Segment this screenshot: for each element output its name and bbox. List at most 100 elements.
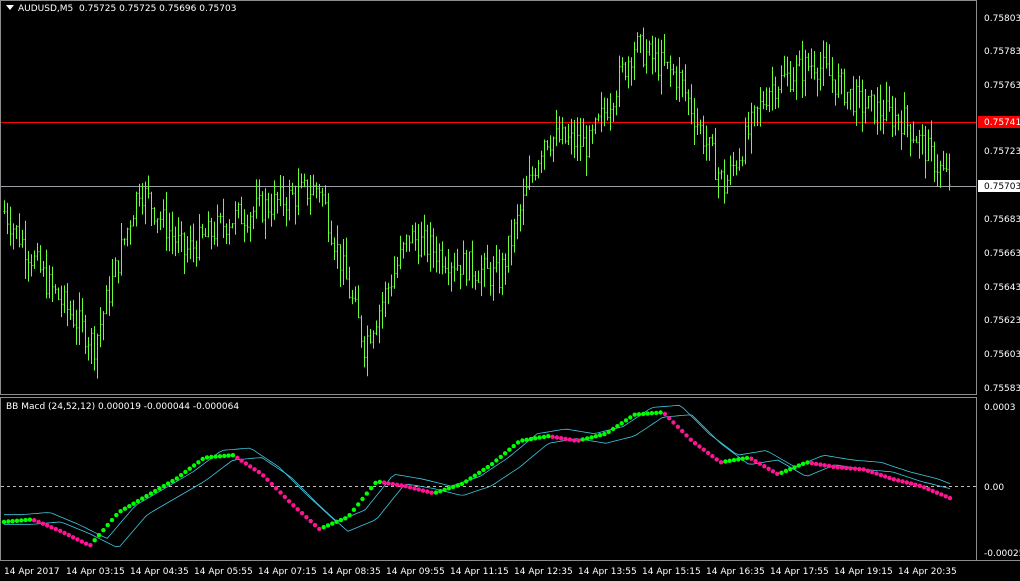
macd-up-dot xyxy=(654,410,659,416)
macd-down-dot xyxy=(848,466,853,471)
macd-down-dot xyxy=(818,462,823,467)
indicator-title: BB Macd (24,52,12) 0.000019 -0.000044 -0… xyxy=(6,402,239,412)
macd-up-dot xyxy=(520,438,525,443)
time-label: 14 Apr 11:15 xyxy=(450,567,509,577)
macd-up-dot xyxy=(92,538,97,543)
price-label: 0.75623 xyxy=(984,316,1020,326)
macd-up-dot xyxy=(489,461,495,467)
macd-down-dot xyxy=(861,467,866,472)
macd-up-dot xyxy=(507,447,512,452)
macd-up-dot xyxy=(498,454,503,460)
macd-up-dot xyxy=(170,478,175,484)
macd-up-dot xyxy=(356,502,361,507)
macd-up-dot xyxy=(325,523,331,528)
macd-up-dot xyxy=(580,437,585,442)
macd-up-dot xyxy=(792,465,797,470)
time-label: 14 Apr 15:15 xyxy=(642,567,701,577)
macd-down-dot xyxy=(286,499,292,504)
macd-up-dot xyxy=(360,496,365,502)
macd-down-dot xyxy=(407,485,413,490)
macd-up-dot xyxy=(196,460,201,465)
lower-band-line xyxy=(4,414,951,548)
macd-up-dot xyxy=(96,533,102,538)
macd-up-dot xyxy=(524,437,529,442)
time-label: 14 Apr 07:15 xyxy=(258,567,317,577)
macd-down-dot xyxy=(308,518,313,524)
macd-down-dot xyxy=(908,481,914,486)
macd-up-dot xyxy=(321,525,326,530)
macd-down-dot xyxy=(429,490,434,495)
macd-up-dot xyxy=(628,415,633,420)
macd-down-dot xyxy=(870,470,875,475)
macd-up-dot xyxy=(204,455,210,460)
macd-down-dot xyxy=(710,454,715,459)
macd-down-dot xyxy=(256,469,262,475)
macd-up-dot xyxy=(585,436,590,441)
macd-down-dot xyxy=(53,526,58,532)
macd-down-dot xyxy=(857,466,862,472)
macd-down-dot xyxy=(563,436,568,442)
red-level-label: 0.75741 xyxy=(984,118,1020,128)
macd-down-dot xyxy=(813,461,819,467)
macd-down-dot xyxy=(32,518,37,523)
macd-down-dot xyxy=(399,483,404,488)
macd-down-dot xyxy=(701,447,706,452)
macd-up-dot xyxy=(118,509,123,514)
macd-up-dot xyxy=(140,496,145,501)
macd-up-dot xyxy=(641,411,646,417)
macd-down-dot xyxy=(705,450,711,456)
macd-up-dot xyxy=(105,522,110,528)
macd-up-dot xyxy=(187,466,192,471)
macd-down-dot xyxy=(239,458,244,463)
macd-up-dot xyxy=(481,467,486,473)
macd-down-dot xyxy=(667,416,672,421)
macd-up-dot xyxy=(6,519,11,524)
macd-up-dot xyxy=(127,504,132,509)
macd-up-dot xyxy=(615,424,620,429)
macd-down-dot xyxy=(839,465,845,470)
price-label: 0.75603 xyxy=(984,350,1020,360)
macd-up-dot xyxy=(369,486,374,491)
macd-up-dot xyxy=(10,519,15,524)
macd-up-dot xyxy=(796,463,801,468)
macd-up-dot xyxy=(589,435,594,440)
macd-down-dot xyxy=(775,471,780,476)
price-label: 0.75803 xyxy=(984,14,1020,24)
macd-up-dot xyxy=(515,440,521,445)
macd-up-dot xyxy=(19,518,24,523)
dropdown-triangle-icon[interactable] xyxy=(6,5,14,10)
chart-canvas[interactable]: 0.75803 0.75783 0.75763 0.75723 0.75683 … xyxy=(0,0,1020,581)
macd-up-dot xyxy=(161,483,166,489)
macd-up-dot xyxy=(537,435,542,440)
macd-down-dot xyxy=(261,473,266,478)
macd-up-dot xyxy=(502,451,508,456)
macd-up-dot xyxy=(468,476,473,481)
time-label: 14 Apr 13:55 xyxy=(578,567,637,577)
price-label: 0.75663 xyxy=(984,249,1020,259)
ohlc-values: 0.75725 0.75725 0.75696 0.75703 xyxy=(79,4,237,14)
macd-up-dot xyxy=(14,518,20,523)
macd-up-dot xyxy=(338,517,344,523)
macd-down-dot xyxy=(291,503,296,508)
macd-up-dot xyxy=(446,486,452,491)
macd-down-dot xyxy=(844,465,849,471)
macd-up-dot xyxy=(144,493,149,499)
price-label: 0.75783 xyxy=(984,47,1020,57)
price-label: 0.75723 xyxy=(984,147,1020,157)
macd-down-dot xyxy=(312,522,318,528)
macd-up-dot xyxy=(343,516,348,521)
macd-up-dot xyxy=(364,491,369,496)
macd-down-dot xyxy=(235,455,240,460)
macd-down-dot xyxy=(692,441,698,446)
macd-down-dot xyxy=(766,466,771,471)
macd-down-dot xyxy=(762,464,767,469)
macd-down-dot xyxy=(913,482,918,487)
macd-up-dot xyxy=(783,468,789,474)
macd-up-dot xyxy=(632,412,637,417)
macd-down-dot xyxy=(770,469,776,474)
macd-down-dot xyxy=(947,495,953,501)
macd-up-dot xyxy=(23,517,28,523)
macd-up-dot xyxy=(723,459,728,464)
macd-down-dot xyxy=(671,420,676,425)
macd-down-dot xyxy=(576,438,581,443)
